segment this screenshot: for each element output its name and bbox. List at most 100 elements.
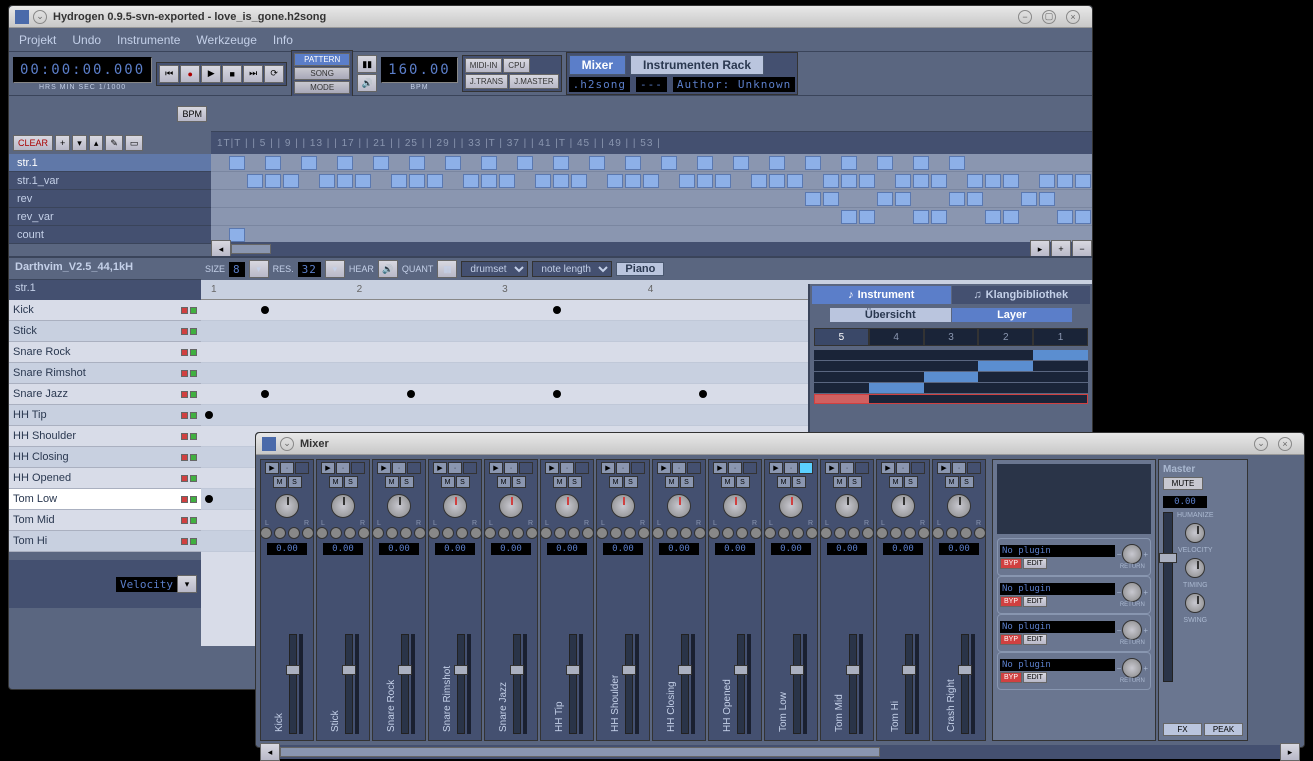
- midi-in-button[interactable]: MIDI-IN: [465, 58, 503, 73]
- mute-led[interactable]: [181, 412, 188, 419]
- channel-play-button[interactable]: ▶: [881, 462, 895, 474]
- send-knob-2[interactable]: [722, 527, 734, 539]
- mixer-scroll-right-icon[interactable]: ▸: [1280, 743, 1300, 761]
- instrument-row[interactable]: Tom Mid: [9, 510, 201, 531]
- song-cell[interactable]: [715, 174, 731, 188]
- pattern-row-revvar[interactable]: rev_var: [9, 208, 211, 226]
- solo-led[interactable]: [190, 370, 197, 377]
- send-knob-1[interactable]: [316, 527, 328, 539]
- stop-button[interactable]: ■: [222, 65, 242, 83]
- song-row[interactable]: [211, 208, 1092, 226]
- pan-knob[interactable]: [499, 494, 523, 518]
- send-knob-4[interactable]: [806, 527, 818, 539]
- instrument-row[interactable]: HH Closing: [9, 447, 201, 468]
- instrument-row[interactable]: Snare Rimshot: [9, 363, 201, 384]
- song-cell[interactable]: [895, 192, 911, 206]
- bc-button[interactable]: ▮▮: [357, 55, 377, 73]
- send-knob-3[interactable]: [960, 527, 972, 539]
- send-knob-3[interactable]: [848, 527, 860, 539]
- send-knob-3[interactable]: [344, 527, 356, 539]
- pan-knob[interactable]: [443, 494, 467, 518]
- channel-trigger-button[interactable]: ·: [280, 462, 294, 474]
- res-dropdown-icon[interactable]: ▾: [325, 260, 345, 278]
- menu-info[interactable]: Info: [273, 33, 293, 47]
- send-knob-3[interactable]: [736, 527, 748, 539]
- channel-trigger-button[interactable]: ·: [504, 462, 518, 474]
- song-grid[interactable]: 1T|T | | 5 | | 9 | | 13 | | 17 | | 21 | …: [211, 96, 1092, 256]
- timing-knob[interactable]: [1185, 558, 1205, 578]
- song-cell[interactable]: [265, 156, 281, 170]
- song-cell[interactable]: [499, 174, 515, 188]
- send-knob-1[interactable]: [428, 527, 440, 539]
- layer-3[interactable]: 3: [924, 328, 979, 346]
- send-knob-1[interactable]: [820, 527, 832, 539]
- maximize-icon[interactable]: ▢: [1042, 10, 1056, 24]
- minimize-icon[interactable]: −: [1018, 10, 1032, 24]
- tab-layer[interactable]: Layer: [952, 308, 1073, 322]
- send-knob-4[interactable]: [638, 527, 650, 539]
- channel-mute-button[interactable]: M: [497, 476, 511, 488]
- song-cell[interactable]: [967, 174, 983, 188]
- forward-button[interactable]: ⏭: [243, 65, 263, 83]
- velocity-knob[interactable]: [1185, 523, 1205, 543]
- send-knob-1[interactable]: [708, 527, 720, 539]
- fx-edit-button[interactable]: EDIT: [1023, 596, 1047, 607]
- layer-2[interactable]: 2: [978, 328, 1033, 346]
- select-mode-button[interactable]: ▭: [125, 135, 144, 151]
- song-cell[interactable]: [949, 192, 965, 206]
- speaker-button[interactable]: 🔊: [357, 74, 377, 92]
- solo-led[interactable]: [190, 307, 197, 314]
- channel-trigger-button[interactable]: ·: [448, 462, 462, 474]
- song-cell[interactable]: [823, 174, 839, 188]
- channel-mute-button[interactable]: M: [609, 476, 623, 488]
- channel-solo-button[interactable]: S: [736, 476, 750, 488]
- jmaster-button[interactable]: J.MASTER: [509, 74, 559, 89]
- channel-solo-button[interactable]: S: [848, 476, 862, 488]
- song-h-scrollbar[interactable]: ◂ ▸ + −: [211, 242, 1092, 256]
- layer-4[interactable]: 4: [869, 328, 924, 346]
- loop-button[interactable]: ⟳: [264, 65, 284, 83]
- song-cell[interactable]: [661, 156, 677, 170]
- menu-instrumente[interactable]: Instrumente: [117, 33, 180, 47]
- fx-edit-button[interactable]: EDIT: [1023, 558, 1047, 569]
- song-cell[interactable]: [301, 156, 317, 170]
- channel-solo-button[interactable]: S: [904, 476, 918, 488]
- song-cell[interactable]: [589, 156, 605, 170]
- pan-knob[interactable]: [723, 494, 747, 518]
- song-cell[interactable]: [283, 174, 299, 188]
- send-knob-3[interactable]: [624, 527, 636, 539]
- mute-led[interactable]: [181, 454, 188, 461]
- mute-led[interactable]: [181, 307, 188, 314]
- channel-play-button[interactable]: ▶: [433, 462, 447, 474]
- send-knob-2[interactable]: [610, 527, 622, 539]
- mute-led[interactable]: [181, 496, 188, 503]
- channel-fader[interactable]: [625, 634, 633, 734]
- fx-toggle-button[interactable]: FX: [1163, 723, 1202, 736]
- song-cell[interactable]: [337, 156, 353, 170]
- channel-mute-button[interactable]: M: [385, 476, 399, 488]
- bpm-marker-button[interactable]: BPM: [177, 106, 207, 122]
- song-cell[interactable]: [931, 210, 947, 224]
- scroll-right-icon[interactable]: ▸: [1030, 240, 1050, 256]
- zoom-out-icon[interactable]: −: [1072, 240, 1092, 256]
- bpm-display[interactable]: 160.00: [381, 57, 458, 83]
- send-knob-1[interactable]: [596, 527, 608, 539]
- channel-fader[interactable]: [905, 634, 913, 734]
- pattern-add-button[interactable]: +: [55, 135, 70, 151]
- song-cell[interactable]: [1057, 210, 1073, 224]
- mixer-scroll-thumb[interactable]: [280, 747, 880, 757]
- song-cell[interactable]: [265, 174, 281, 188]
- song-cell[interactable]: [553, 174, 569, 188]
- channel-solo-button[interactable]: S: [512, 476, 526, 488]
- instrument-rack-button[interactable]: Instrumenten Rack: [630, 55, 764, 75]
- channel-play-button[interactable]: ▶: [713, 462, 727, 474]
- pan-knob[interactable]: [891, 494, 915, 518]
- hear-toggle[interactable]: 🔊: [378, 260, 398, 278]
- send-knob-4[interactable]: [694, 527, 706, 539]
- song-cell[interactable]: [1039, 174, 1055, 188]
- instrument-row[interactable]: Snare Jazz: [9, 384, 201, 405]
- instrument-row[interactable]: HH Shoulder: [9, 426, 201, 447]
- send-knob-4[interactable]: [582, 527, 594, 539]
- channel-fader[interactable]: [513, 634, 521, 734]
- song-cell[interactable]: [1057, 174, 1073, 188]
